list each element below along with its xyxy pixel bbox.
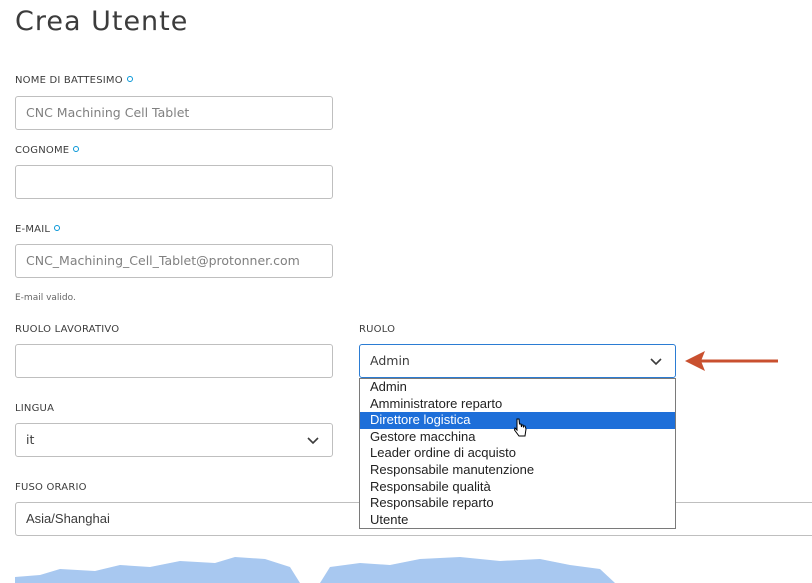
role-option[interactable]: Responsabile qualità xyxy=(360,479,675,496)
email-hint: E-mail valido. xyxy=(15,293,76,303)
job-role-label: RUOLO LAVORATIVO xyxy=(15,324,120,335)
role-option[interactable]: Admin xyxy=(360,379,675,396)
email-label: E-MAIL xyxy=(15,224,61,235)
page-title: Crea Utente xyxy=(15,6,189,37)
role-select[interactable]: Admin xyxy=(359,344,676,378)
role-option[interactable]: Utente xyxy=(360,512,675,529)
mouse-cursor-icon xyxy=(514,418,527,437)
role-select-value: Admin xyxy=(370,353,410,368)
required-indicator-icon xyxy=(126,76,133,82)
last-name-input[interactable] xyxy=(15,165,333,199)
language-label: LINGUA xyxy=(15,403,55,414)
required-indicator-icon xyxy=(54,225,61,231)
role-dropdown-list: Admin Amministratore reparto Direttore log… xyxy=(359,378,676,530)
language-select-value: it xyxy=(26,432,35,447)
world-map[interactable] xyxy=(0,545,812,583)
arrow-left-icon xyxy=(685,351,778,371)
chevron-down-icon xyxy=(307,437,319,445)
timezone-select-value: Asia/Shanghai xyxy=(26,511,110,526)
role-option[interactable]: Amministratore reparto xyxy=(360,396,675,413)
timezone-label: FUSO ORARIO xyxy=(15,482,87,493)
role-option[interactable]: Leader ordine di acquisto xyxy=(360,445,675,462)
chevron-down-icon xyxy=(650,358,662,366)
first-name-label: NOME DI BATTESIMO xyxy=(15,75,133,86)
email-input[interactable]: CNC_Machining_Cell_Tablet@protonner.com xyxy=(15,244,333,278)
language-select[interactable]: it xyxy=(15,423,333,457)
required-indicator-icon xyxy=(73,146,80,152)
role-label: RUOLO xyxy=(359,324,396,335)
last-name-label: COGNOME xyxy=(15,145,80,156)
first-name-input[interactable]: CNC Machining Cell Tablet xyxy=(15,96,333,130)
job-role-input[interactable] xyxy=(15,344,333,378)
role-option[interactable]: Responsabile manutenzione xyxy=(360,462,675,479)
role-option[interactable]: Responsabile reparto xyxy=(360,495,675,512)
